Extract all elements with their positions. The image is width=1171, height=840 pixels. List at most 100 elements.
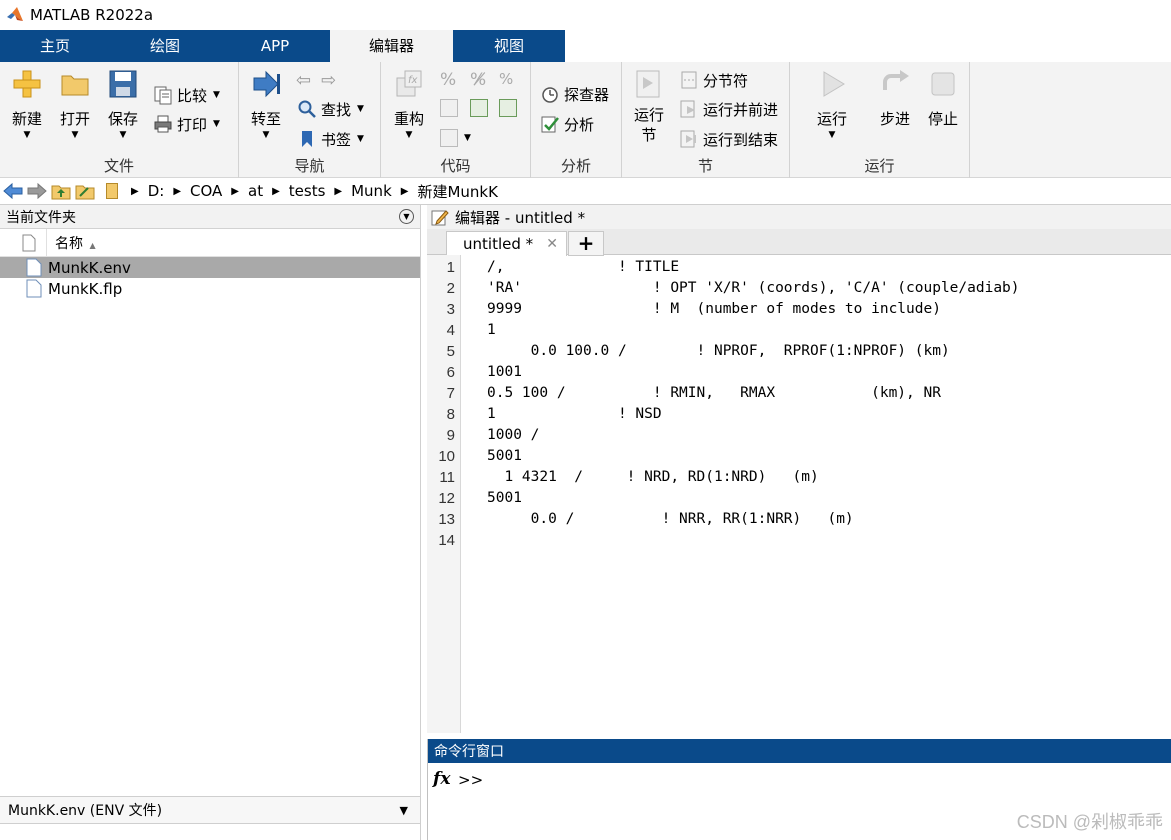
breadcrumb-item[interactable]: at: [248, 182, 263, 200]
breadcrumb-item[interactable]: D:: [148, 182, 165, 200]
code-line[interactable]: 1 /, ! TITLE: [427, 259, 1171, 280]
wrap-comments-icon[interactable]: %: [499, 70, 513, 88]
navigate-group: 转至 ▼ ⇦ ⇨ 查找 ▼ 书签 ▼ 导航: [239, 62, 381, 178]
open-button[interactable]: 打开 ▼: [53, 68, 97, 140]
up-folder-icon[interactable]: [50, 181, 72, 201]
section-group-label: 节: [697, 157, 713, 175]
tab-home[interactable]: 主页: [0, 30, 110, 62]
panel-title: 当前文件夹: [6, 209, 76, 226]
breadcrumb-item[interactable]: 新建MunkK: [417, 181, 497, 202]
editor-title: 编辑器 - untitled *: [455, 208, 586, 227]
command-input[interactable]: [483, 769, 1083, 791]
breadcrumb-item[interactable]: tests: [289, 182, 326, 200]
back-arrow-icon[interactable]: [2, 181, 24, 201]
name-column-header[interactable]: 名称 ▲: [55, 233, 96, 253]
smart-indent-icon[interactable]: [440, 99, 458, 117]
code-line[interactable]: 6 1001: [427, 364, 1171, 385]
code-line[interactable]: 7 0.5 100 / ! RMIN, RMAX (km), NR: [427, 385, 1171, 406]
line-number: 7: [446, 385, 455, 402]
run-group-label: 运行: [864, 157, 895, 175]
code-line[interactable]: 14: [427, 532, 1171, 553]
file-type-icon: [22, 234, 36, 252]
run-section-button[interactable]: 运行 节: [627, 68, 671, 144]
tab-view[interactable]: 视图: [453, 30, 565, 62]
tab-editor[interactable]: 编辑器: [330, 30, 453, 62]
find-button[interactable]: 查找 ▼: [297, 96, 364, 122]
editor-header: 编辑器 - untitled *: [427, 205, 1171, 229]
tab-apps[interactable]: APP: [220, 30, 330, 62]
ribbon-tab-bar: 主页 绘图 APP 编辑器 视图: [0, 30, 1171, 62]
code-group-label: 代码: [440, 157, 471, 175]
stop-button[interactable]: 停止: [921, 68, 965, 128]
run-to-end-button[interactable]: 运行到结束: [679, 126, 778, 152]
current-folder-header: 当前文件夹 ▼: [0, 205, 420, 229]
line-number: 13: [438, 511, 455, 528]
tab-untitled[interactable]: untitled * ✕: [446, 231, 567, 256]
line-number: 2: [446, 280, 455, 297]
file-icon: [26, 279, 42, 298]
code-line[interactable]: 5 0.0 100.0 / ! NPROF, RPROF(1:NPROF) (k…: [427, 343, 1171, 364]
compare-button[interactable]: 比较 ▼: [153, 82, 220, 108]
fx-menu-button[interactable]: ▼: [440, 129, 471, 147]
comment-icon[interactable]: %: [440, 70, 456, 90]
chevron-down-icon: ▼: [213, 90, 220, 100]
watermark: CSDN @剁椒乖乖: [1016, 812, 1163, 832]
line-number: 5: [446, 343, 455, 360]
bookmark-button[interactable]: 书签 ▼: [297, 126, 364, 152]
back-arrow-icon[interactable]: ⇦: [296, 70, 311, 91]
run-group: 运行 ▼ 步进 停止 运行: [790, 62, 970, 178]
code-line[interactable]: 3 9999 ! M (number of modes to include): [427, 301, 1171, 322]
sort-ascending-icon: ▲: [89, 240, 96, 250]
svg-text:fx: fx: [408, 75, 418, 86]
breadcrumb-item[interactable]: Munk: [351, 182, 392, 200]
section-break-button[interactable]: 分节符: [679, 67, 748, 93]
browse-folder-icon[interactable]: [74, 181, 96, 201]
code-text: 1 4321 / ! NRD, RD(1:NRD) (m): [487, 469, 819, 485]
code-line[interactable]: 13 0.0 / ! NRR, RR(1:NRR) (m): [427, 511, 1171, 532]
analyze-group: 探查器 分析 分析: [531, 62, 622, 178]
file-row-munkk-flp[interactable]: MunkK.flp: [0, 278, 420, 299]
fx-icon[interactable]: fx: [433, 769, 450, 789]
line-number: 1: [446, 259, 455, 276]
tab-plots[interactable]: 绘图: [110, 30, 220, 62]
chevron-right-icon: ▶: [272, 185, 280, 197]
run-button[interactable]: 运行 ▼: [810, 68, 854, 140]
file-row-munkk-env[interactable]: MunkK.env: [0, 257, 420, 278]
run-and-advance-button[interactable]: 运行并前进: [679, 96, 778, 122]
breadcrumb-item[interactable]: COA: [190, 182, 222, 200]
panel-menu-icon[interactable]: ▼: [399, 209, 414, 224]
uncomment-icon[interactable]: %̸: [470, 70, 486, 90]
forward-arrow-icon[interactable]: ⇨: [321, 70, 336, 91]
new-button[interactable]: 新建 ▼: [5, 68, 49, 140]
profiler-button[interactable]: 探查器: [540, 81, 609, 107]
add-tab-button[interactable]: +: [568, 231, 604, 256]
editor-tab-bar: untitled * ✕ +: [427, 229, 1171, 256]
chevron-down-icon: ▼: [357, 104, 364, 114]
chevron-down-icon: ▼: [213, 119, 220, 129]
code-line[interactable]: 8 1 ! NSD: [427, 406, 1171, 427]
code-line[interactable]: 11 1 4321 / ! NRD, RD(1:NRD) (m): [427, 469, 1171, 490]
code-area[interactable]: 1 /, ! TITLE 2 'RA' ! OPT 'X/R' (coords), '…: [427, 255, 1171, 733]
code-line[interactable]: 41: [427, 322, 1171, 343]
profiler-clock-icon: [542, 87, 558, 103]
code-line[interactable]: 9 1000 /: [427, 427, 1171, 448]
code-line[interactable]: 2 'RA' ! OPT 'X/R' (coords), 'C/A' (coupl…: [427, 280, 1171, 301]
increase-indent-icon[interactable]: [499, 99, 517, 117]
window-title: MATLAB R2022a: [30, 6, 154, 24]
forward-arrow-icon[interactable]: [26, 181, 48, 201]
decrease-indent-icon[interactable]: [470, 99, 488, 117]
code-line[interactable]: 12 5001: [427, 490, 1171, 511]
code-line[interactable]: 10 5001: [427, 448, 1171, 469]
back-forward-buttons[interactable]: ⇦ ⇨: [296, 67, 336, 93]
save-button[interactable]: 保存 ▼: [101, 68, 145, 140]
file-details-bar[interactable]: MunkK.env (ENV 文件) ▼: [0, 796, 420, 824]
code-group: fx 重构 ▼ % %̸ % ▼ 代码: [381, 62, 531, 178]
goto-button[interactable]: 转至 ▼: [244, 68, 288, 140]
analyze-button[interactable]: 分析: [540, 111, 594, 137]
print-button[interactable]: 打印 ▼: [153, 111, 220, 137]
line-number: 12: [438, 490, 455, 507]
step-button[interactable]: 步进: [873, 68, 917, 128]
run-play-icon: [823, 71, 845, 97]
refactor-button[interactable]: fx 重构 ▼: [387, 68, 431, 140]
close-icon[interactable]: ✕: [546, 236, 558, 252]
